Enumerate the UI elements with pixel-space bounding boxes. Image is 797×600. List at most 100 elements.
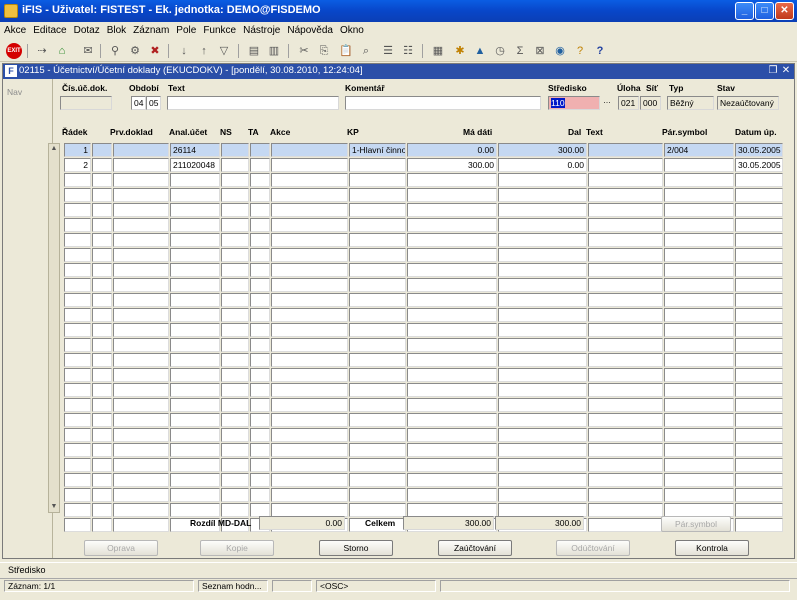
- empty-cell[interactable]: [170, 413, 220, 427]
- filter-icon[interactable]: ▽: [216, 43, 232, 59]
- empty-cell[interactable]: [664, 368, 734, 382]
- empty-cell[interactable]: [407, 323, 497, 337]
- empty-cell[interactable]: [113, 518, 169, 532]
- empty-cell[interactable]: [735, 458, 783, 472]
- empty-cell[interactable]: [92, 203, 112, 217]
- oductovani-button[interactable]: Odúčtování: [556, 540, 630, 556]
- menu-zaznam[interactable]: Záznam: [129, 22, 172, 36]
- empty-cell[interactable]: [735, 473, 783, 487]
- stredisko-field[interactable]: 110: [548, 96, 600, 110]
- empty-cell[interactable]: [64, 488, 91, 502]
- empty-cell[interactable]: [271, 368, 348, 382]
- stav-field[interactable]: Nezaúčtovaný: [717, 96, 779, 110]
- obdobi-month-field[interactable]: 04: [131, 96, 146, 110]
- empty-cell[interactable]: [349, 488, 406, 502]
- empty-cell[interactable]: [498, 338, 587, 352]
- empty-cell[interactable]: [498, 368, 587, 382]
- empty-cell[interactable]: [170, 473, 220, 487]
- empty-cell[interactable]: [221, 248, 249, 262]
- empty-cell[interactable]: [250, 338, 270, 352]
- empty-cell[interactable]: [113, 278, 169, 292]
- empty-cell[interactable]: [250, 413, 270, 427]
- empty-cell[interactable]: [735, 398, 783, 412]
- cell-ta[interactable]: [250, 143, 270, 157]
- empty-cell[interactable]: [664, 353, 734, 367]
- empty-cell[interactable]: [349, 443, 406, 457]
- empty-cell[interactable]: [92, 443, 112, 457]
- empty-cell[interactable]: [349, 458, 406, 472]
- empty-cell[interactable]: [170, 293, 220, 307]
- empty-cell[interactable]: [349, 353, 406, 367]
- sort-desc-icon[interactable]: ↑: [196, 43, 212, 59]
- empty-cell[interactable]: [349, 188, 406, 202]
- empty-cell[interactable]: [664, 173, 734, 187]
- empty-cell[interactable]: [349, 428, 406, 442]
- empty-cell[interactable]: [170, 248, 220, 262]
- empty-cell[interactable]: [349, 173, 406, 187]
- empty-cell[interactable]: [735, 413, 783, 427]
- empty-cell[interactable]: [349, 338, 406, 352]
- empty-cell[interactable]: [407, 218, 497, 232]
- empty-cell[interactable]: [735, 488, 783, 502]
- empty-cell[interactable]: [64, 203, 91, 217]
- empty-cell[interactable]: [113, 413, 169, 427]
- empty-cell[interactable]: [588, 248, 663, 262]
- empty-cell[interactable]: [349, 278, 406, 292]
- chart-icon[interactable]: ▲: [472, 43, 488, 59]
- empty-cell[interactable]: [664, 398, 734, 412]
- empty-cell[interactable]: [271, 428, 348, 442]
- empty-cell[interactable]: [407, 308, 497, 322]
- empty-cell[interactable]: [92, 503, 112, 517]
- menu-editace[interactable]: Editace: [29, 22, 69, 36]
- empty-cell[interactable]: [498, 398, 587, 412]
- empty-cell[interactable]: [170, 458, 220, 472]
- empty-cell[interactable]: [407, 503, 497, 517]
- empty-cell[interactable]: [113, 473, 169, 487]
- empty-cell[interactable]: [271, 383, 348, 397]
- empty-cell[interactable]: [221, 413, 249, 427]
- empty-cell[interactable]: [735, 383, 783, 397]
- empty-cell[interactable]: [92, 263, 112, 277]
- cell-kp[interactable]: 1-Hlavní činno: [349, 143, 406, 157]
- globe-icon[interactable]: ◉: [552, 43, 568, 59]
- menu-napoveda[interactable]: Nápověda: [283, 22, 336, 36]
- cancel-query-icon[interactable]: ✖: [147, 43, 163, 59]
- paste-icon[interactable]: 📋: [338, 43, 354, 59]
- empty-cell[interactable]: [271, 473, 348, 487]
- empty-cell[interactable]: [271, 173, 348, 187]
- empty-cell[interactable]: [170, 503, 220, 517]
- empty-cell[interactable]: [735, 308, 783, 322]
- komentar-field[interactable]: [345, 96, 541, 110]
- storno-button[interactable]: Storno: [319, 540, 393, 556]
- empty-cell[interactable]: [588, 173, 663, 187]
- empty-cell[interactable]: [735, 428, 783, 442]
- empty-cell[interactable]: [271, 323, 348, 337]
- empty-cell[interactable]: [349, 218, 406, 232]
- empty-cell[interactable]: [735, 293, 783, 307]
- empty-cell[interactable]: [64, 323, 91, 337]
- empty-cell[interactable]: [664, 263, 734, 277]
- empty-cell[interactable]: [92, 173, 112, 187]
- empty-cell[interactable]: [221, 368, 249, 382]
- empty-cell[interactable]: [407, 338, 497, 352]
- empty-cell[interactable]: [64, 458, 91, 472]
- grid-scrollbar[interactable]: ▲ ▼: [48, 143, 60, 513]
- print-icon[interactable]: ▤: [246, 43, 262, 59]
- empty-cell[interactable]: [735, 188, 783, 202]
- empty-cell[interactable]: [113, 428, 169, 442]
- menu-nastroje[interactable]: Nástroje: [239, 22, 283, 36]
- empty-cell[interactable]: [349, 203, 406, 217]
- empty-cell[interactable]: [170, 368, 220, 382]
- empty-cell[interactable]: [407, 383, 497, 397]
- cell-par-symbol[interactable]: [664, 158, 734, 172]
- empty-cell[interactable]: [664, 188, 734, 202]
- empty-cell[interactable]: [498, 248, 587, 262]
- empty-cell[interactable]: [221, 323, 249, 337]
- empty-cell[interactable]: [64, 398, 91, 412]
- empty-cell[interactable]: [588, 263, 663, 277]
- empty-cell[interactable]: [407, 263, 497, 277]
- clock-icon[interactable]: ◷: [492, 43, 508, 59]
- empty-cell[interactable]: [271, 293, 348, 307]
- empty-cell[interactable]: [407, 488, 497, 502]
- empty-cell[interactable]: [250, 173, 270, 187]
